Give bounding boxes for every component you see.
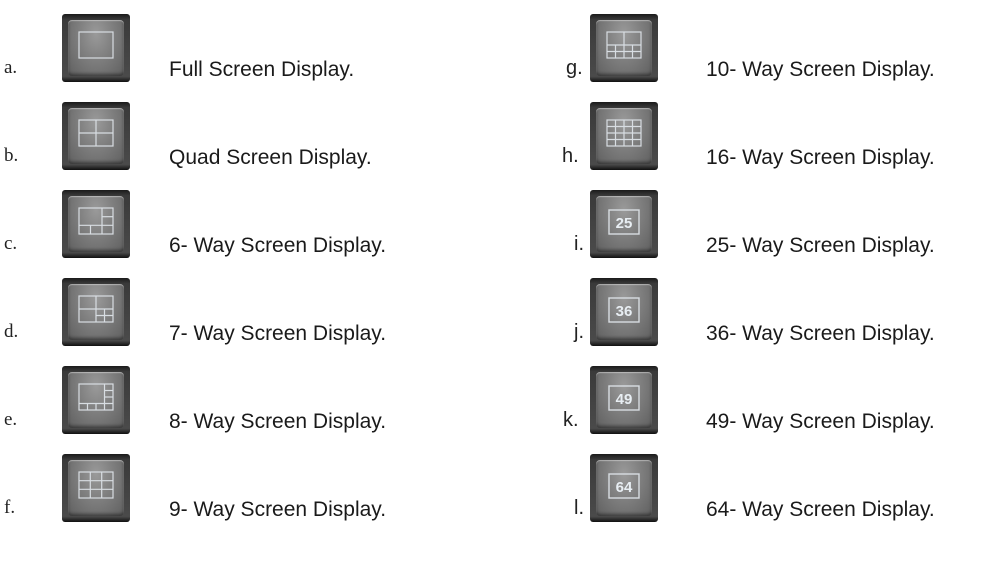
item-label: 10- Way Screen Display. [706,58,935,81]
six-way-layout-icon[interactable] [62,190,130,258]
item-letter: j. [574,321,584,343]
item-label: 25- Way Screen Display. [706,234,935,257]
forty-nine-way-icon[interactable]: 49 [590,366,658,434]
full-screen-layout-icon[interactable] [62,14,130,82]
item-letter: h. [562,145,579,167]
item-label: 36- Way Screen Display. [706,322,935,345]
sixteen-way-layout-icon[interactable] [590,102,658,170]
item-label: 49- Way Screen Display. [706,410,935,433]
item-label: 16- Way Screen Display. [706,146,935,169]
item-letter: e. [4,409,18,430]
item-label: 6- Way Screen Display. [169,234,387,257]
layout-number: 25 [616,215,633,232]
layout-number: 36 [616,303,633,320]
item-letter: f. [4,497,16,518]
nine-way-layout-icon[interactable] [62,454,130,522]
quad-screen-layout-icon[interactable] [62,102,130,170]
layout-number: 64 [616,479,633,496]
item-letter: g. [566,57,583,79]
item-letter: l. [574,497,584,519]
item-label: Full Screen Display. [169,58,355,81]
layout-number: 49 [616,391,633,408]
twenty-five-way-icon[interactable]: 25 [590,190,658,258]
item-letter: k. [563,409,579,431]
item-label: 64- Way Screen Display. [706,498,935,521]
seven-way-layout-icon[interactable] [62,278,130,346]
ten-way-layout-icon[interactable] [590,14,658,82]
thirty-six-way-icon[interactable]: 36 [590,278,658,346]
eight-way-layout-icon[interactable] [62,366,130,434]
item-letter: a. [4,57,18,78]
item-label: 8- Way Screen Display. [169,410,387,433]
sixty-four-way-icon[interactable]: 64 [590,454,658,522]
item-label: 9- Way Screen Display. [169,498,387,521]
item-letter: c. [4,233,18,254]
item-label: 7- Way Screen Display. [169,322,387,345]
item-label: Quad Screen Display. [169,146,372,169]
item-letter: b. [4,145,19,166]
item-letter: d. [4,321,19,342]
item-letter: i. [574,233,584,255]
